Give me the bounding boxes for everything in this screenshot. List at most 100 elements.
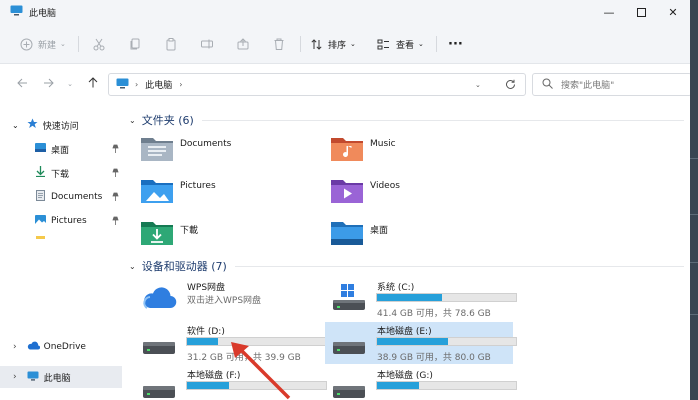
folder-tile[interactable]: Pictures [140, 176, 216, 207]
videos-folder-icon [330, 176, 364, 207]
picture-icon [35, 214, 46, 228]
sidebar-item-quick-access[interactable]: ⌄ 快速访问 [0, 114, 79, 136]
recent-locations-button[interactable]: ⌄ [62, 64, 78, 104]
sort-label: 排序 [328, 40, 347, 51]
delete-button[interactable] [272, 24, 286, 64]
drive-space: 38.9 GB 可用，共 80.0 GB [377, 353, 491, 363]
desktop-folder-icon [330, 218, 364, 249]
drive-usage-bar [376, 381, 517, 390]
view-button[interactable]: 查看 ⌄ [377, 24, 424, 64]
chevron-down-icon[interactable]: ⌄ [129, 116, 136, 125]
sort-button[interactable]: 排序 ⌄ [310, 24, 356, 64]
arrow-right-icon [43, 78, 54, 91]
cloud-icon [141, 284, 177, 313]
this-pc-icon [27, 371, 39, 384]
folders-section-header[interactable]: ⌄ 文件夹 (6) [129, 112, 684, 128]
chevron-down-icon[interactable]: ⌄ [129, 262, 136, 271]
sidebar-item-label: OneDrive [43, 342, 86, 352]
chevron-down-icon: ⌄ [418, 40, 424, 48]
windows-drive-icon [331, 284, 367, 315]
chevron-right-icon[interactable]: › [13, 342, 17, 352]
music-folder-icon [330, 134, 364, 165]
devices-section-header[interactable]: ⌄ 设备和驱动器 (7) [129, 258, 684, 274]
share-icon [236, 37, 250, 51]
address-bar[interactable]: › 此电脑 › ⌄ [108, 73, 526, 96]
chevron-down-icon: ⌄ [60, 40, 66, 48]
refresh-icon[interactable] [505, 79, 516, 93]
hard-drive-icon [331, 372, 367, 400]
folder-tile[interactable]: Music [330, 134, 396, 165]
more-options-button[interactable]: ··· [448, 24, 463, 64]
drive-name: WPS网盘 [187, 283, 226, 293]
pictures-folder-icon [140, 176, 174, 207]
devices-header-label: 设备和驱动器 (7) [141, 260, 227, 273]
clipboard-icon [164, 37, 178, 51]
documents-folder-icon [140, 134, 174, 165]
this-pc-icon [10, 5, 23, 19]
rename-icon [200, 37, 214, 51]
sidebar-item-label: 快速访问 [42, 121, 79, 132]
sidebar-item-downloads[interactable]: 下载 [0, 162, 126, 184]
folder-tile[interactable]: 下載 [140, 218, 198, 249]
plus-circle-icon [20, 38, 33, 51]
chevron-right-icon[interactable]: › [13, 372, 17, 382]
sidebar-item-label: 下载 [51, 169, 70, 180]
back-button[interactable] [12, 64, 32, 104]
drive-g[interactable]: 本地磁盘 (G:) [325, 366, 517, 400]
folder-icon [36, 236, 45, 239]
annotation-arrow [231, 342, 291, 400]
drive-subtitle: 双击进入WPS网盘 [187, 296, 262, 306]
this-pc-icon [116, 78, 129, 92]
folder-name: 下載 [180, 226, 199, 236]
navigation-pane: ⌄ 快速访问 桌面 下载 Documents Pictures › OneDri… [0, 104, 126, 400]
hard-drive-icon [331, 328, 367, 359]
pin-icon[interactable] [112, 168, 119, 180]
drive-usage-bar [376, 293, 517, 302]
folder-tile[interactable]: Documents [140, 134, 231, 165]
forward-button[interactable] [38, 64, 58, 104]
folder-name: 桌面 [370, 226, 389, 236]
download-icon [36, 166, 45, 180]
cut-button[interactable] [92, 24, 106, 64]
search-input[interactable]: 搜索"此电脑" [532, 73, 692, 96]
command-bar: 新建 ⌄ 排序 ⌄ 查看 ⌄ ··· [0, 24, 690, 64]
desktop-icon [35, 143, 46, 155]
folder-tile[interactable]: 桌面 [330, 218, 388, 249]
maximize-button[interactable] [626, 0, 656, 24]
breadcrumb-chevron-icon: › [135, 80, 139, 89]
drive-name: 本地磁盘 (E:) [377, 327, 432, 337]
drive-name: 软件 (D:) [187, 327, 225, 337]
sidebar-item-onedrive[interactable]: › OneDrive [0, 336, 86, 358]
folder-tile[interactable]: Videos [330, 176, 400, 207]
close-button[interactable]: ✕ [658, 0, 688, 24]
drive-e[interactable]: 本地磁盘 (E:) 38.9 GB 可用，共 80.0 GB [325, 322, 517, 364]
sort-icon [310, 38, 323, 51]
pin-icon[interactable] [112, 192, 119, 204]
chevron-down-icon[interactable]: ⌄ [12, 121, 19, 130]
pin-icon[interactable] [112, 144, 119, 156]
breadcrumb-this-pc[interactable]: 此电脑 [145, 78, 172, 91]
wps-cloud-drive[interactable]: WPS网盘 双击进入WPS网盘 [135, 278, 323, 320]
window-title: 此电脑 [29, 8, 57, 19]
downloads-folder-icon [140, 218, 174, 249]
sidebar-item-this-pc[interactable]: › 此电脑 [0, 366, 122, 388]
sidebar-item-documents[interactable]: Documents [0, 186, 126, 208]
file-explorer-window: 此电脑 — ✕ 新建 ⌄ 排序 ⌄ 查看 ⌄ ··· ⌄ › 此电脑 › ⌄ 搜… [0, 0, 692, 400]
rename-button[interactable] [200, 24, 214, 64]
sidebar-item-label: Documents [51, 192, 103, 202]
copy-button[interactable] [128, 24, 142, 64]
address-history-button[interactable]: ⌄ [475, 81, 481, 89]
new-label: 新建 [38, 40, 57, 51]
paste-button[interactable] [164, 24, 178, 64]
sidebar-item-desktop[interactable]: 桌面 [0, 138, 126, 160]
minimize-button[interactable]: — [594, 0, 624, 24]
scissors-icon [92, 37, 106, 51]
new-button[interactable]: 新建 ⌄ [20, 24, 66, 64]
drive-c[interactable]: 系统 (C:) 41.4 GB 可用，共 78.6 GB [325, 278, 517, 320]
up-button[interactable] [84, 64, 102, 104]
sidebar-item-pictures[interactable]: Pictures [0, 210, 126, 232]
pin-icon[interactable] [112, 216, 119, 228]
star-icon [27, 118, 38, 132]
view-label: 查看 [396, 40, 415, 51]
share-button[interactable] [236, 24, 250, 64]
